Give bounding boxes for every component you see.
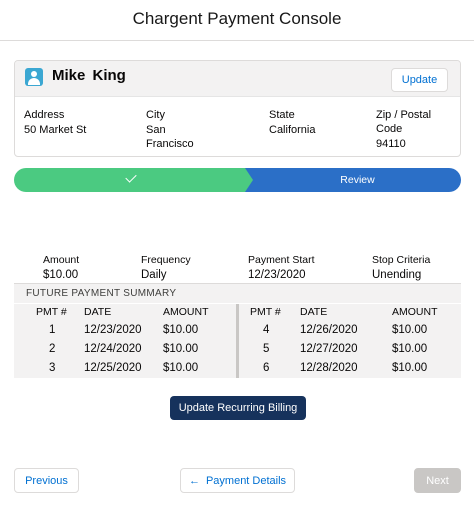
stop-criteria-summary: Stop Criteria Unending: [372, 254, 430, 282]
amount-label: Amount: [43, 254, 80, 266]
address-value: 50 Market St: [24, 124, 87, 136]
checkmark-icon: [125, 171, 137, 183]
zip-value: 94110: [376, 138, 406, 150]
payment-start-value: 12/23/2020: [248, 269, 306, 281]
pmt-date: 12/23/2020: [84, 324, 142, 336]
contact-icon: [25, 68, 43, 86]
column-header-date: DATE: [300, 306, 328, 318]
pmt-number: 2: [49, 343, 56, 355]
zip-label: Zip / Postal Code: [376, 109, 432, 135]
address-field: Address 50 Market St: [24, 108, 86, 137]
amount-value: $10.00: [43, 269, 79, 281]
future-payment-summary-title: FUTURE PAYMENT SUMMARY: [14, 283, 461, 303]
frequency-summary: Frequency Daily: [141, 254, 191, 282]
city-label: City: [146, 109, 165, 121]
pmt-number: 5: [263, 343, 270, 355]
update-button[interactable]: Update: [391, 68, 448, 92]
state-field: State California: [269, 108, 315, 137]
column-header-amount: AMOUNT: [392, 306, 438, 318]
progress-path: Review: [14, 168, 461, 192]
column-header-amount: AMOUNT: [163, 306, 209, 318]
zip-field: Zip / Postal Code 94110: [376, 108, 460, 151]
payment-start-summary: Payment Start 12/23/2020: [248, 254, 315, 282]
column-header-pmt: PMT #: [250, 306, 281, 318]
city-field: City San Francisco: [146, 108, 194, 151]
path-step-complete[interactable]: [14, 168, 253, 192]
pmt-amount: $10.00: [392, 343, 428, 355]
frequency-label: Frequency: [141, 254, 191, 266]
payment-start-label: Payment Start: [248, 254, 315, 266]
pmt-number: 3: [49, 362, 56, 374]
pmt-amount: $10.00: [392, 324, 428, 336]
customer-card: Mike King Update Address 50 Market St Ci…: [14, 60, 461, 157]
customer-card-header: Mike King Update: [15, 61, 460, 97]
amount-summary: Amount $10.00: [43, 254, 79, 282]
pmt-amount: $10.00: [163, 362, 199, 374]
city-value-line2: Francisco: [146, 138, 194, 150]
pmt-date: 12/24/2020: [84, 343, 142, 355]
column-header-pmt: PMT #: [36, 306, 67, 318]
pmt-date: 12/25/2020: [84, 362, 142, 374]
path-step-review[interactable]: Review: [240, 168, 461, 192]
stop-criteria-value: Unending: [372, 269, 422, 281]
payment-schedule-table: PMT # DATE AMOUNT PMT # DATE AMOUNT 1 12…: [14, 304, 461, 378]
schedule-divider: [236, 304, 239, 378]
pmt-amount: $10.00: [392, 362, 428, 374]
pmt-number: 4: [263, 324, 270, 336]
page-title: Chargent Payment Console: [0, 0, 474, 41]
customer-name: Mike King: [52, 67, 126, 84]
state-value: California: [269, 124, 316, 136]
arrow-left-icon: ←: [188, 474, 200, 487]
city-value-line1: San: [146, 124, 166, 136]
address-label: Address: [24, 109, 65, 121]
stop-criteria-label: Stop Criteria: [372, 254, 431, 266]
pmt-date: 12/28/2020: [300, 362, 358, 374]
previous-button[interactable]: Previous: [14, 468, 79, 493]
pmt-amount: $10.00: [163, 343, 199, 355]
frequency-value: Daily: [141, 269, 167, 281]
column-header-date: DATE: [84, 306, 112, 318]
next-button[interactable]: Next: [414, 468, 461, 493]
payment-details-label: Payment Details: [205, 474, 287, 487]
pmt-number: 1: [49, 324, 56, 336]
payment-details-button[interactable]: ← Payment Details: [180, 468, 295, 493]
pmt-date: 12/26/2020: [300, 324, 358, 336]
pmt-number: 6: [263, 362, 270, 374]
pmt-amount: $10.00: [163, 324, 199, 336]
state-label: State: [269, 109, 295, 121]
pmt-date: 12/27/2020: [300, 343, 358, 355]
update-recurring-billing-button[interactable]: Update Recurring Billing: [170, 396, 306, 420]
